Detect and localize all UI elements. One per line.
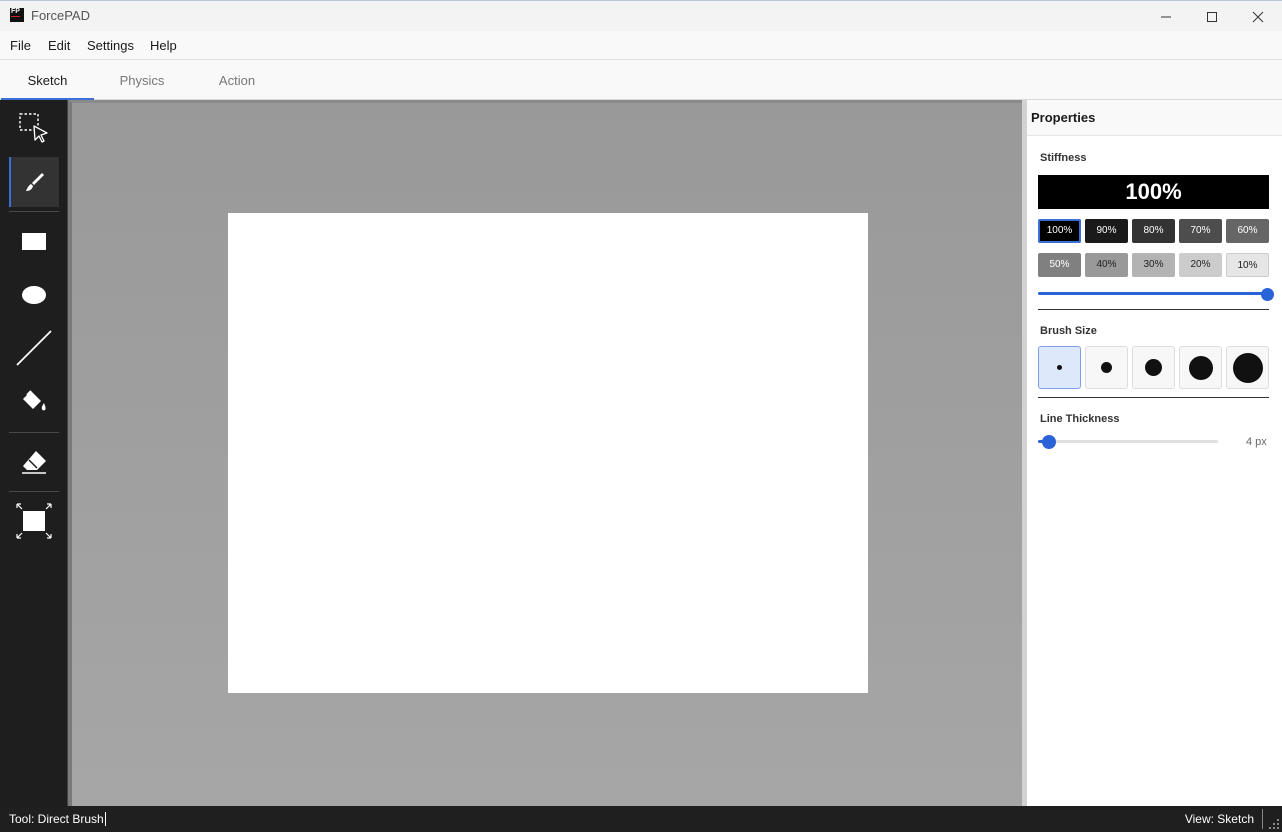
rectangle-icon bbox=[22, 233, 46, 250]
status-tool-text: Tool: Direct Brush bbox=[9, 812, 104, 826]
stiffness-value-display: 100% bbox=[1038, 175, 1269, 209]
stiffness-preset-80[interactable]: 80% bbox=[1132, 219, 1175, 243]
minimize-icon bbox=[1161, 16, 1171, 17]
properties-title: Properties bbox=[1031, 110, 1096, 125]
mode-tabs: Sketch Physics Action bbox=[0, 60, 1282, 100]
stiffness-preset-100[interactable]: 100% bbox=[1038, 219, 1081, 243]
tool-rectangle[interactable] bbox=[9, 216, 59, 266]
eraser-icon bbox=[22, 451, 46, 474]
resize-grip-icon[interactable] bbox=[1268, 818, 1280, 830]
window-title: ForcePAD bbox=[31, 8, 90, 23]
ellipse-icon bbox=[22, 286, 46, 304]
properties-header: Properties bbox=[1027, 100, 1282, 136]
tool-separator bbox=[9, 211, 59, 212]
status-bar: Tool: Direct Brush View: Sketch bbox=[0, 806, 1282, 832]
brush-size-4[interactable] bbox=[1179, 346, 1222, 389]
fit-to-screen-icon bbox=[16, 503, 52, 539]
tool-select[interactable] bbox=[9, 103, 59, 153]
brush-size-5[interactable] bbox=[1226, 346, 1269, 389]
line-thickness-value: 4 px bbox=[1246, 436, 1267, 448]
tab-action[interactable]: Action bbox=[190, 60, 284, 100]
canvas-viewport[interactable] bbox=[68, 100, 1022, 806]
line-thickness-label: Line Thickness bbox=[1040, 413, 1120, 425]
stiffness-slider-thumb[interactable] bbox=[1260, 288, 1274, 301]
tool-fill[interactable] bbox=[9, 377, 59, 427]
tool-line[interactable] bbox=[9, 323, 59, 373]
brush-size-label: Brush Size bbox=[1040, 325, 1097, 337]
brush-icon bbox=[26, 173, 44, 191]
line-icon bbox=[16, 330, 52, 366]
menu-file[interactable]: File bbox=[10, 38, 31, 53]
menu-help[interactable]: Help bbox=[150, 38, 177, 53]
status-view: View: Sketch bbox=[1184, 812, 1254, 826]
tab-sketch[interactable]: Sketch bbox=[1, 60, 94, 100]
status-separator bbox=[1262, 809, 1263, 829]
tool-brush[interactable] bbox=[9, 157, 59, 207]
brush-dot-icon bbox=[1101, 362, 1112, 373]
close-icon bbox=[1252, 11, 1264, 22]
properties-panel: Properties Stiffness 100% 100% 90% 80% 7… bbox=[1022, 100, 1282, 806]
stiffness-preset-20[interactable]: 20% bbox=[1179, 253, 1222, 277]
maximize-button[interactable] bbox=[1189, 1, 1235, 32]
select-icon bbox=[19, 113, 48, 143]
stiffness-slider-track[interactable] bbox=[1038, 292, 1267, 295]
status-tool: Tool: Direct Brush bbox=[9, 812, 106, 826]
brush-dot-icon bbox=[1057, 365, 1062, 370]
brush-dot-icon bbox=[1188, 355, 1213, 380]
tool-rail bbox=[0, 100, 68, 806]
brush-size-2[interactable] bbox=[1085, 346, 1128, 389]
tool-ellipse[interactable] bbox=[9, 269, 59, 319]
stiffness-preset-70[interactable]: 70% bbox=[1179, 219, 1222, 243]
tool-eraser[interactable] bbox=[9, 437, 59, 487]
line-thickness-slider-track[interactable] bbox=[1038, 440, 1218, 443]
stiffness-preset-60[interactable]: 60% bbox=[1226, 219, 1269, 243]
stiffness-preset-90[interactable]: 90% bbox=[1085, 219, 1128, 243]
brush-dot-icon bbox=[1232, 352, 1263, 383]
stiffness-preset-10[interactable]: 10% bbox=[1226, 253, 1269, 277]
tab-physics[interactable]: Physics bbox=[96, 60, 188, 100]
fill-bucket-icon bbox=[23, 390, 46, 411]
title-bar: FP ForcePAD bbox=[0, 0, 1282, 31]
menu-bar: File Edit Settings Help bbox=[0, 31, 1282, 60]
tool-separator bbox=[9, 432, 59, 433]
section-divider bbox=[1038, 309, 1269, 310]
close-button[interactable] bbox=[1235, 1, 1281, 32]
brush-size-1[interactable] bbox=[1038, 346, 1081, 389]
tool-fit-to-screen[interactable] bbox=[9, 496, 59, 546]
menu-settings[interactable]: Settings bbox=[87, 38, 134, 53]
app-logo: FP bbox=[10, 8, 24, 22]
brush-dot-icon bbox=[1145, 359, 1162, 376]
stiffness-label: Stiffness bbox=[1040, 152, 1087, 164]
drawing-canvas[interactable] bbox=[228, 213, 868, 693]
stiffness-preset-30[interactable]: 30% bbox=[1132, 253, 1175, 277]
tool-separator bbox=[9, 491, 59, 492]
maximize-icon bbox=[1207, 11, 1217, 22]
line-thickness-slider-thumb[interactable] bbox=[1041, 435, 1056, 449]
section-divider bbox=[1038, 397, 1269, 398]
brush-size-3[interactable] bbox=[1132, 346, 1175, 389]
menu-edit[interactable]: Edit bbox=[48, 38, 70, 53]
stiffness-preset-40[interactable]: 40% bbox=[1085, 253, 1128, 277]
stiffness-preset-50[interactable]: 50% bbox=[1038, 253, 1081, 277]
minimize-button[interactable] bbox=[1143, 1, 1189, 32]
